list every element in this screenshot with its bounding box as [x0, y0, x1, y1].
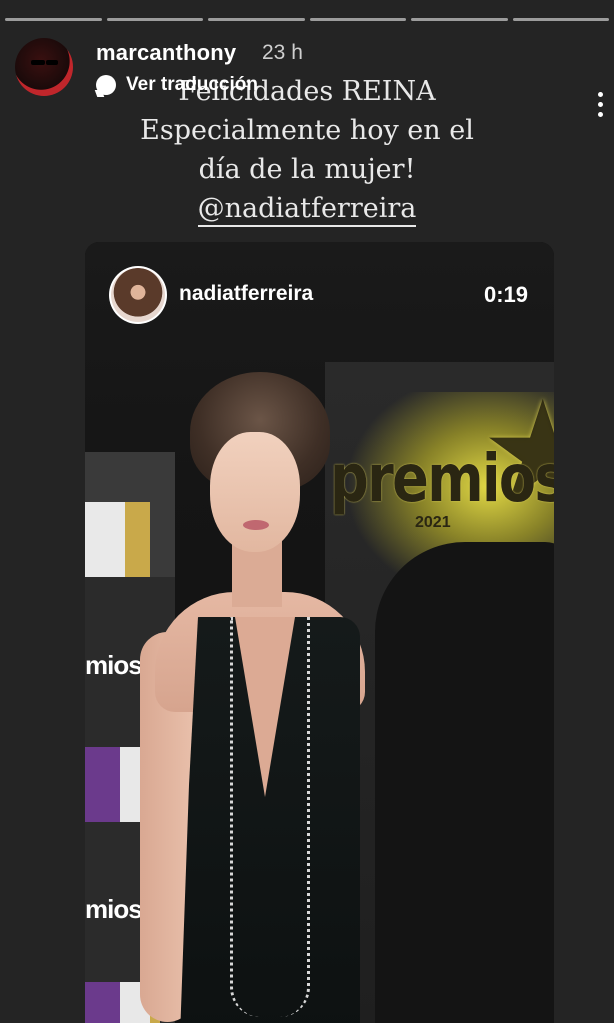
person-figure: [140, 372, 370, 1023]
reshared-story-card[interactable]: ★ premios 2021 mios★ mios★ nadiatferreir: [85, 242, 554, 1023]
progress-segment: [411, 18, 508, 21]
translate-button[interactable]: Ver traducción: [96, 74, 258, 96]
story-time: 23 h: [262, 41, 303, 64]
story-caption: Felicidades REINA Especialmente hoy en e…: [0, 72, 614, 228]
progress-segment: [5, 18, 102, 21]
progress-segment: [309, 18, 406, 21]
translate-bubble-icon: [96, 75, 116, 95]
story-photo: ★ premios 2021 mios★ mios★: [85, 242, 554, 1023]
reshared-avatar[interactable]: [109, 266, 167, 324]
progress-segment: [208, 18, 305, 21]
reshared-username[interactable]: nadiatferreira: [179, 282, 313, 306]
avatar-detail: [46, 60, 58, 65]
translate-label: Ver traducción: [126, 74, 258, 95]
caption-line: día de la mujer!: [198, 154, 416, 185]
backdrop-logo-year: 2021: [415, 514, 451, 531]
video-duration: 0:19: [483, 282, 528, 307]
foreground-shadow: [375, 542, 554, 1023]
caption-line: Especialmente hoy en el: [140, 115, 474, 146]
story-progress-bar: [5, 18, 609, 21]
story-username[interactable]: marcanthony: [96, 40, 236, 66]
avatar-detail: [31, 60, 45, 65]
mention-link[interactable]: @nadiatferreira: [197, 193, 417, 227]
progress-segment: [512, 18, 609, 21]
caption-line: Felicidades REINA: [178, 76, 436, 107]
progress-segment: [106, 18, 203, 21]
